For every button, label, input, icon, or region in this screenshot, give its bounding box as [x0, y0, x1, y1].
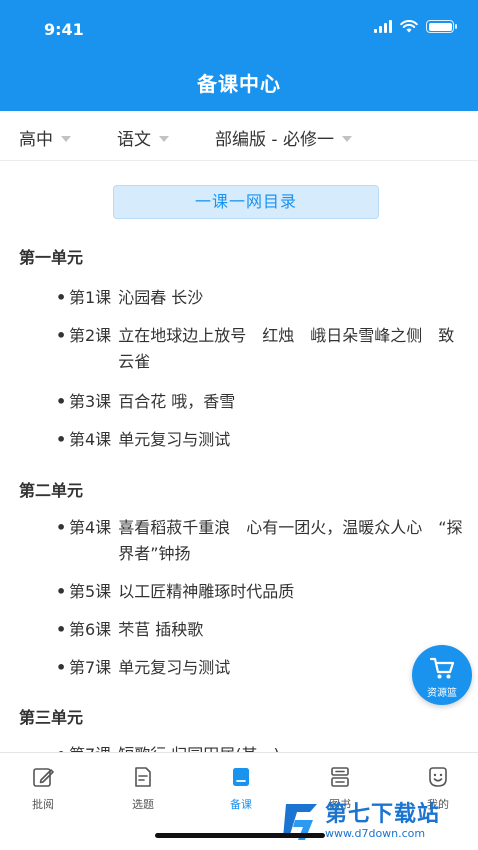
caret-down-icon: [61, 135, 71, 142]
cellular-signal-icon: [374, 20, 392, 33]
unit-title: 第一单元: [19, 248, 84, 267]
lesson-number: 第5课: [69, 582, 112, 601]
edit-icon: [33, 768, 54, 787]
book-icon: [233, 768, 249, 786]
lesson-number: 第3课: [69, 392, 112, 411]
unit-title: 第二单元: [19, 481, 84, 500]
tab-lesson-prep[interactable]: 备课: [211, 765, 271, 812]
filter-stage-dropdown[interactable]: 高中: [19, 125, 71, 150]
lesson-number: 第1课: [69, 288, 112, 307]
smile-icon: [429, 767, 447, 787]
lesson-item[interactable]: • 第4课 喜看稻菽千重浪 心有一团火，温暖众人心 “探界者”钟扬: [56, 515, 466, 567]
filter-edition-label: 部编版 - 必修一: [215, 130, 334, 150]
filter-subject-label: 语文: [117, 130, 151, 150]
unit-title: 第三单元: [19, 708, 84, 727]
lesson-item[interactable]: • 第5课 以工匠精神雕琢时代品质: [56, 579, 466, 605]
caret-down-icon: [341, 135, 352, 142]
bullet: •: [56, 582, 67, 601]
lesson-number: 第2课: [69, 326, 112, 345]
status-icons: [374, 20, 457, 33]
lesson-item[interactable]: • 第2课 立在地球边上放号 红烛 峨日朵雪峰之侧 致云雀: [56, 323, 466, 375]
lesson-item[interactable]: • 第4课 单元复习与测试: [56, 427, 466, 453]
tab-label: 备课: [230, 798, 252, 811]
catalog-button[interactable]: 一课一网目录: [113, 185, 379, 219]
lesson-number: 第4课: [69, 518, 112, 537]
wifi-icon: [400, 20, 418, 33]
library-icon: [331, 767, 349, 787]
lesson-number: 第7课: [69, 658, 112, 677]
lesson-number: 第4课: [69, 430, 112, 449]
watermark-url: www.d7down.com: [325, 827, 426, 840]
bullet: •: [56, 430, 67, 449]
lesson-title: 沁园春 长沙: [118, 288, 204, 307]
cart-icon: [429, 657, 455, 679]
lesson-item[interactable]: • 第6课 芣苢 插秧歌: [56, 617, 466, 643]
bullet: •: [56, 518, 67, 537]
app-header: 9:41 备课中心: [0, 0, 478, 111]
bullet: •: [56, 392, 67, 411]
page-title: 备课中心: [197, 72, 281, 96]
lesson-title: 以工匠精神雕琢时代品质: [118, 582, 295, 601]
battery-icon: [426, 20, 457, 33]
lesson-item[interactable]: • 第3课 百合花 哦，香雪: [56, 389, 466, 415]
status-time: 9:41: [44, 20, 84, 39]
tab-label: 选题: [132, 798, 154, 811]
bullet: •: [56, 658, 67, 677]
caret-down-icon: [159, 135, 169, 142]
document-icon: [135, 767, 151, 787]
bullet: •: [56, 288, 67, 307]
home-indicator: [155, 833, 325, 838]
watermark-text: 第七下载站: [325, 802, 441, 827]
tab-grading[interactable]: 批阅: [13, 765, 73, 812]
filter-stage-label: 高中: [19, 130, 53, 150]
lesson-number: 第6课: [69, 620, 112, 639]
lesson-item[interactable]: • 第1课 沁园春 长沙: [56, 285, 466, 311]
filter-edition-dropdown[interactable]: 部编版 - 必修一: [215, 125, 352, 150]
tab-topics[interactable]: 选题: [113, 765, 173, 812]
cart-label: 资源篮: [427, 688, 457, 699]
filter-subject-dropdown[interactable]: 语文: [117, 125, 169, 150]
lesson-title: 芣苢 插秧歌: [118, 620, 204, 639]
filter-bar: 高中 语文 部编版 - 必修一: [0, 111, 478, 161]
lesson-item[interactable]: • 第7课 单元复习与测试: [56, 655, 466, 681]
bullet: •: [56, 326, 67, 345]
lesson-title: 百合花 哦，香雪: [118, 392, 236, 411]
lesson-title: 立在地球边上放号 红烛 峨日朵雪峰之侧 致云雀: [118, 326, 455, 371]
tab-label: 批阅: [32, 798, 54, 811]
resource-basket-button[interactable]: 资源篮: [412, 645, 472, 705]
lesson-title: 单元复习与测试: [118, 430, 231, 449]
lesson-title: 喜看稻菽千重浪 心有一团火，温暖众人心 “探界者”钟扬: [118, 518, 463, 563]
bullet: •: [56, 620, 67, 639]
